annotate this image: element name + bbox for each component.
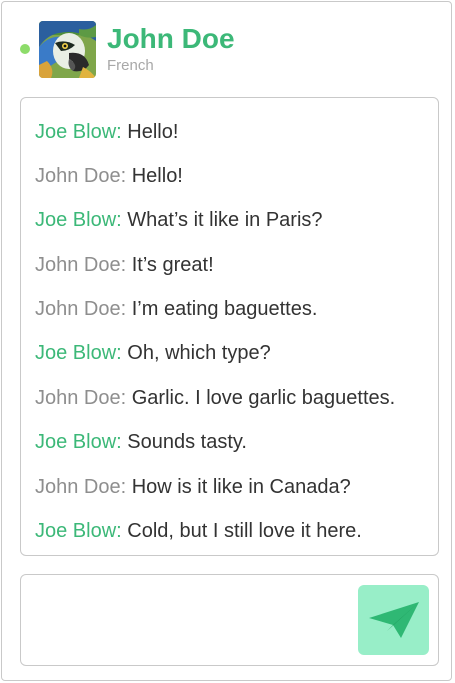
contact-name: John Doe	[107, 23, 235, 54]
online-status-dot	[20, 44, 30, 54]
paper-plane-icon	[369, 602, 419, 638]
message-sender: John Doe:	[35, 476, 127, 498]
message-text: Garlic. I love garlic baguettes.	[131, 387, 396, 409]
message-composer	[20, 574, 439, 666]
message: John Doe: I’m eating baguettes.	[35, 296, 317, 322]
send-button[interactable]	[358, 585, 429, 655]
message-text: How is it like in Canada?	[131, 476, 351, 498]
message-text: What’s it like in Paris?	[127, 209, 323, 231]
message-list[interactable]: Joe Blow: Hello! John Doe: Hello! Joe Bl…	[20, 97, 439, 556]
message-sender: John Doe:	[35, 165, 127, 187]
message-sender: Joe Blow:	[35, 342, 122, 364]
message-text: Cold, but I still love it here.	[127, 520, 362, 542]
message-sender: John Doe:	[35, 254, 127, 276]
message-text: Sounds tasty.	[127, 431, 247, 453]
message: John Doe: It’s great!	[35, 252, 214, 278]
message: John Doe: How is it like in Canada?	[35, 474, 351, 500]
message-sender: John Doe:	[35, 387, 127, 409]
message-text: Oh, which type?	[127, 342, 271, 364]
message-sender: Joe Blow:	[35, 209, 122, 231]
contact-language: French	[107, 57, 154, 74]
message-sender: Joe Blow:	[35, 121, 122, 143]
message: Joe Blow: Sounds tasty.	[35, 429, 247, 455]
message-input[interactable]	[29, 583, 353, 661]
parrot-avatar-icon	[39, 21, 96, 78]
message: Joe Blow: Cold, but I still love it here…	[35, 518, 362, 544]
message-text: I’m eating baguettes.	[131, 298, 318, 320]
message: Joe Blow: What’s it like in Paris?	[35, 207, 323, 233]
message-text: It’s great!	[131, 254, 214, 276]
message: Joe Blow: Oh, which type?	[35, 340, 271, 366]
message-text: Hello!	[127, 121, 179, 143]
message: John Doe: Hello!	[35, 163, 183, 189]
message: John Doe: Garlic. I love garlic baguette…	[35, 385, 395, 411]
message-sender: Joe Blow:	[35, 520, 122, 542]
message-sender: John Doe:	[35, 298, 127, 320]
message: Joe Blow: Hello!	[35, 119, 178, 145]
avatar[interactable]	[39, 21, 96, 78]
chat-window: John Doe French Joe Blow: Hello! John Do…	[1, 1, 452, 681]
message-sender: Joe Blow:	[35, 431, 122, 453]
message-text: Hello!	[131, 165, 183, 187]
